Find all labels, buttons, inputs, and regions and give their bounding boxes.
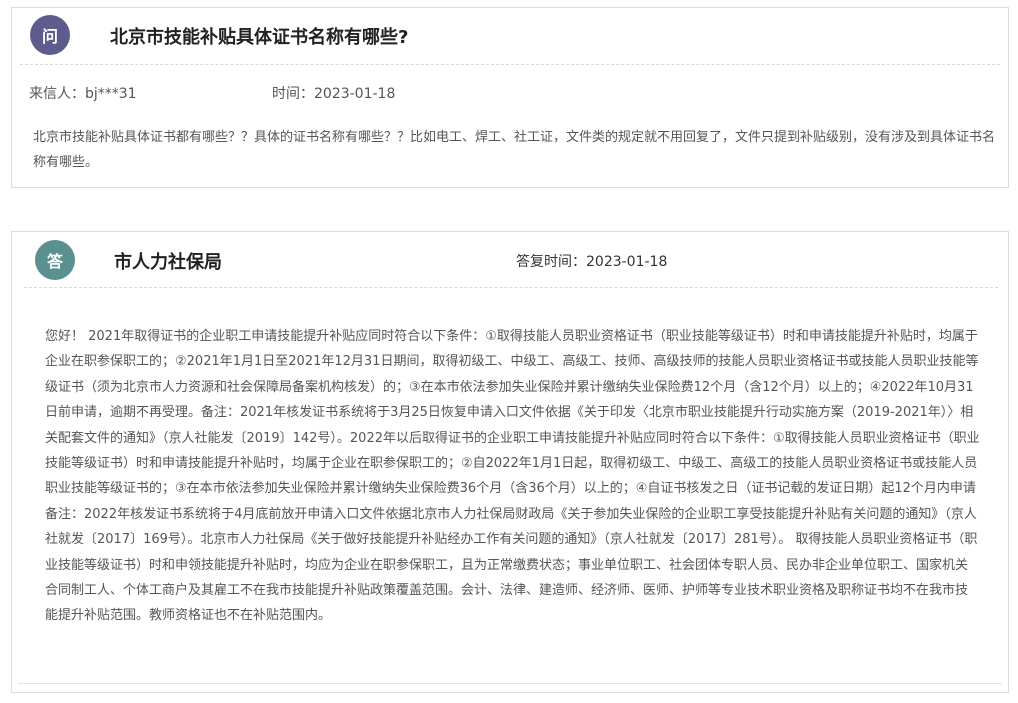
answer-content: 您好！ 2021年取得证书的企业职工申请技能提升补贴应同时符合以下条件：①取得技… (45, 329, 980, 624)
divider (18, 683, 1002, 684)
answer-time: 答复时间：2023-01-18 (516, 254, 668, 270)
question-content: 北京市技能补贴具体证书都有哪些？？具体的证书名称有哪些？？比如电工、焊工、社工证… (33, 130, 996, 170)
answer-card: 答 市人力社保局 答复时间：2023-01-18 您好！ 2021年取得证书的企… (11, 231, 1009, 693)
divider (24, 287, 998, 288)
divider (20, 64, 1000, 65)
question-title: 北京市技能补贴具体证书名称有哪些? (110, 27, 409, 48)
answer-badge: 答 (35, 240, 75, 280)
question-time: 时间：2023-01-18 (272, 86, 396, 102)
question-badge: 问 (30, 15, 70, 55)
answer-department: 市人力社保局 (114, 252, 222, 273)
question-card: 问 北京市技能补贴具体证书名称有哪些? 来信人：bj***31 时间：2023-… (11, 7, 1009, 188)
sender-label: 来信人：bj***31 (29, 86, 137, 102)
